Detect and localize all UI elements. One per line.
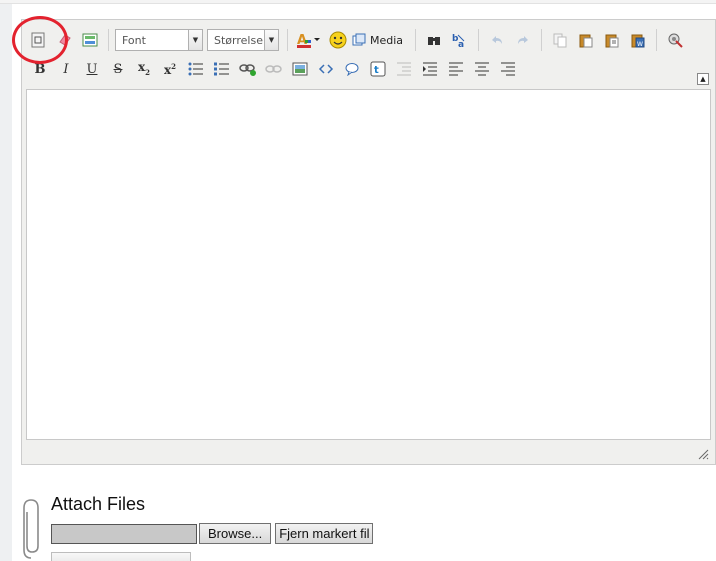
- attach-files-section: Attach Files Browse... Fjern markert fil: [22, 494, 702, 561]
- redo-button[interactable]: [511, 29, 535, 51]
- svg-text:a: a: [458, 40, 464, 48]
- toolbar-separator: [541, 29, 543, 51]
- find-button[interactable]: [422, 29, 446, 51]
- replace-button[interactable]: b a: [448, 29, 472, 51]
- underline-icon: U: [86, 61, 98, 77]
- indent-icon: [423, 62, 437, 76]
- align-center-button[interactable]: [470, 59, 494, 79]
- browse-button[interactable]: Browse...: [199, 523, 272, 544]
- cleanup-button[interactable]: [663, 29, 687, 51]
- outdent-icon: [397, 62, 411, 76]
- align-right-button[interactable]: [496, 59, 520, 79]
- code-button[interactable]: [314, 59, 338, 79]
- unlink-button[interactable]: [262, 59, 286, 79]
- paperclip-icon: [23, 499, 39, 559]
- strikethrough-icon: S: [113, 61, 123, 77]
- strikethrough-button[interactable]: S: [106, 59, 130, 79]
- redo-icon: [518, 36, 529, 44]
- numbered-list-button[interactable]: [210, 59, 234, 79]
- toolbar-separator: [415, 29, 417, 51]
- copy-icon: [553, 33, 567, 48]
- remove-selected-file-button[interactable]: Fjern markert fil: [275, 523, 374, 544]
- left-rail: [0, 4, 12, 561]
- svg-text:W: W: [637, 41, 643, 48]
- indent-button[interactable]: [418, 59, 442, 79]
- toolbar-separator: [478, 29, 480, 51]
- svg-text:t: t: [374, 65, 379, 76]
- insert-image-button[interactable]: [288, 59, 312, 79]
- cropped-button[interactable]: [51, 552, 191, 561]
- chevron-down-icon[interactable]: ▼: [264, 30, 278, 50]
- outdent-button[interactable]: [392, 59, 416, 79]
- underline-button[interactable]: U: [80, 59, 104, 79]
- binoculars-icon: [428, 37, 441, 45]
- align-right-icon: [501, 62, 515, 76]
- paste-text-icon: [605, 34, 619, 48]
- superscript-icon: x2: [164, 61, 176, 77]
- replace-icon: b a: [452, 34, 465, 48]
- toolbar-separator: [108, 29, 109, 51]
- copy-button[interactable]: [548, 29, 572, 51]
- cleanup-icon: [668, 33, 683, 48]
- subscript-button[interactable]: x2: [132, 59, 156, 79]
- template-icon: [82, 33, 98, 47]
- link-icon: [239, 64, 256, 76]
- undo-button[interactable]: [485, 29, 509, 51]
- media-button[interactable]: Media: [352, 33, 403, 47]
- subscript-icon: x2: [138, 60, 150, 77]
- paste-word-icon: W: [631, 34, 645, 48]
- numbered-list-icon: [214, 62, 229, 76]
- template-button[interactable]: [78, 29, 102, 51]
- toolbar-row-1: Font ▼ Størrelse ▼ A Media b a W: [26, 26, 689, 54]
- insert-link-button[interactable]: [236, 59, 260, 79]
- text-color-button[interactable]: A: [294, 29, 324, 51]
- font-select-label: Font: [122, 33, 146, 47]
- toolbar-row-2: B I U S x2 x2 t: [28, 58, 522, 80]
- text-color-icon: A: [297, 33, 320, 48]
- media-icon: [352, 33, 366, 46]
- unlink-icon: [265, 65, 282, 73]
- toolbar-separator: [287, 29, 288, 51]
- code-icon: [318, 64, 334, 74]
- size-select-label: Størrelse: [214, 33, 263, 47]
- undo-icon: [492, 36, 503, 44]
- page: Font ▼ Størrelse ▼ A Media b a W B I U S…: [0, 0, 716, 561]
- clipboard-icon: [579, 34, 593, 48]
- editor-content-area[interactable]: [26, 89, 711, 440]
- emoticon-button[interactable]: [326, 29, 350, 51]
- resize-grip-icon[interactable]: [697, 448, 709, 460]
- italic-button[interactable]: I: [54, 59, 78, 79]
- paste-button[interactable]: [574, 29, 598, 51]
- size-select[interactable]: Størrelse ▼: [207, 29, 279, 51]
- twitter-button[interactable]: t: [366, 59, 390, 79]
- paste-text-button[interactable]: [600, 29, 624, 51]
- smiley-icon: [329, 31, 347, 49]
- subscript-mark: 2: [145, 67, 151, 77]
- bullet-list-icon: [188, 62, 203, 76]
- speech-bubble-icon: [345, 63, 359, 76]
- media-label: Media: [370, 33, 404, 47]
- toolbar-separator: [656, 29, 658, 51]
- font-select[interactable]: Font ▼: [115, 29, 203, 51]
- rich-text-editor: Font ▼ Størrelse ▼ A Media b a W B I U S…: [21, 19, 716, 465]
- align-left-button[interactable]: [444, 59, 468, 79]
- file-path-input[interactable]: [51, 523, 197, 544]
- image-icon: [292, 62, 308, 76]
- paste-word-button[interactable]: W: [626, 29, 650, 51]
- align-center-icon: [475, 62, 489, 76]
- superscript-mark: 2: [171, 62, 177, 71]
- bullet-list-button[interactable]: [184, 59, 208, 79]
- top-divider: [0, 0, 716, 4]
- twitter-icon: t: [370, 61, 386, 77]
- collapse-toolbar-button[interactable]: ▲: [697, 73, 709, 85]
- superscript-button[interactable]: x2: [158, 59, 182, 79]
- chevron-down-icon[interactable]: ▼: [188, 30, 202, 50]
- quote-button[interactable]: [340, 59, 364, 79]
- italic-icon: I: [63, 61, 69, 77]
- file-upload-row: Browse... Fjern markert fil: [51, 523, 374, 544]
- align-left-icon: [449, 62, 463, 76]
- highlight-annotation-circle: [12, 16, 68, 64]
- cropped-upload-row: [51, 552, 191, 561]
- attach-files-title: Attach Files: [51, 494, 146, 514]
